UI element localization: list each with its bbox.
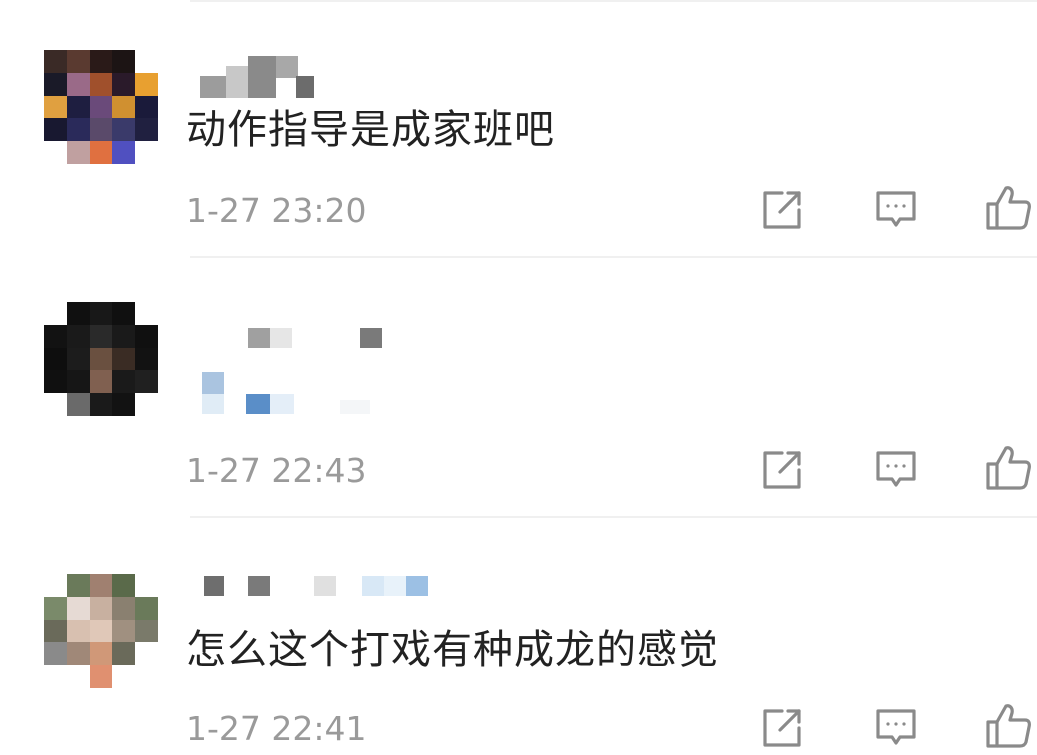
comment-timestamp: 1-27 23:20 [186, 191, 367, 230]
divider [190, 0, 1037, 2]
thumbs-up-icon[interactable] [985, 702, 1033, 750]
comment-text: 怎么这个打戏有种成龙的感觉 [186, 627, 719, 673]
divider [190, 256, 1037, 258]
comment-text: 动作指导是成家班吧 [186, 107, 555, 153]
thumbs-up-icon[interactable] [985, 444, 1033, 492]
share-icon[interactable] [758, 446, 806, 494]
comment-text-redacted [200, 370, 400, 420]
avatar[interactable] [44, 574, 158, 688]
username-redacted[interactable] [200, 572, 440, 598]
comment-icon[interactable] [872, 704, 920, 752]
comment-timestamp: 1-27 22:43 [186, 451, 367, 490]
avatar[interactable] [44, 302, 158, 416]
username-redacted[interactable] [200, 322, 440, 348]
avatar[interactable] [44, 50, 158, 164]
comment-timestamp: 1-27 22:41 [186, 709, 367, 748]
divider [190, 516, 1037, 518]
thumbs-up-icon[interactable] [985, 184, 1033, 232]
comment-list: 动作指导是成家班吧 1-27 23:20 1-27 22:43 怎么这个打戏有种… [0, 0, 1037, 755]
comment-icon[interactable] [872, 186, 920, 234]
username-redacted[interactable] [200, 52, 440, 98]
share-icon[interactable] [758, 186, 806, 234]
share-icon[interactable] [758, 704, 806, 752]
comment-icon[interactable] [872, 446, 920, 494]
